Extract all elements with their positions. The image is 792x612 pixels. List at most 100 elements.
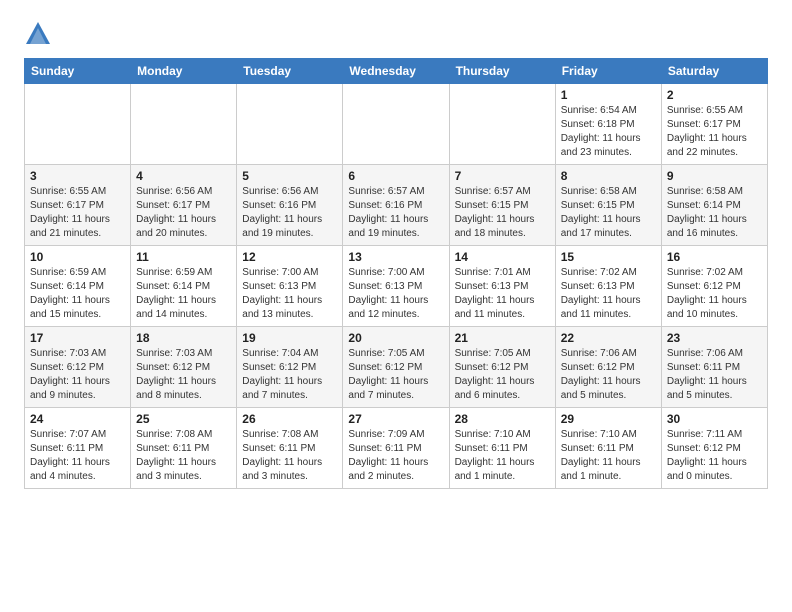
week-row-5: 24Sunrise: 7:07 AM Sunset: 6:11 PM Dayli… xyxy=(25,408,768,489)
header-cell-wednesday: Wednesday xyxy=(343,59,449,84)
day-cell: 28 Sunrise: 7:10 AM Sunset: 6:11 PM Dayli… xyxy=(449,408,555,489)
day-info: Sunrise: 6:55 AM Sunset: 6:17 PM Dayligh… xyxy=(30,185,125,241)
header-row: SundayMondayTuesdayWednesdayThursdayFrid… xyxy=(25,59,768,84)
week-row-4: 17 Sunrise: 7:03 AM Sunset: 6:12 PM Dayli… xyxy=(25,327,768,408)
day-cell xyxy=(25,84,131,165)
day-number: 8 xyxy=(561,169,656,183)
day-info: Sunrise: 6:58 AM Sunset: 6:14 PM Dayligh… xyxy=(667,185,762,241)
day-number: 1 xyxy=(561,88,656,102)
day-info: Sunrise: 6:54 AM Sunset: 6:18 PM Dayligh… xyxy=(561,104,656,160)
calendar-header: SundayMondayTuesdayWednesdayThursdayFrid… xyxy=(25,59,768,84)
day-number: 25 xyxy=(136,412,231,426)
day-cell: 5 Sunrise: 6:56 AM Sunset: 6:16 PM Daylig… xyxy=(237,165,343,246)
day-cell: 18 Sunrise: 7:03 AM Sunset: 6:12 PM Dayli… xyxy=(131,327,237,408)
day-number: 12 xyxy=(242,250,337,264)
day-cell: 14 Sunrise: 7:01 AM Sunset: 6:13 PM Dayli… xyxy=(449,246,555,327)
day-number: 4 xyxy=(136,169,231,183)
day-cell: 24Sunrise: 7:07 AM Sunset: 6:11 PM Dayli… xyxy=(25,408,131,489)
day-number: 7 xyxy=(455,169,550,183)
header-cell-monday: Monday xyxy=(131,59,237,84)
header-cell-saturday: Saturday xyxy=(661,59,767,84)
day-info: Sunrise: 7:01 AM Sunset: 6:13 PM Dayligh… xyxy=(455,266,550,322)
day-cell: 3 Sunrise: 6:55 AM Sunset: 6:17 PM Daylig… xyxy=(25,165,131,246)
day-number: 30 xyxy=(667,412,762,426)
day-cell: 15Sunrise: 7:02 AM Sunset: 6:13 PM Dayli… xyxy=(555,246,661,327)
day-info: Sunrise: 7:03 AM Sunset: 6:12 PM Dayligh… xyxy=(136,347,231,403)
day-number: 14 xyxy=(455,250,550,264)
header-cell-thursday: Thursday xyxy=(449,59,555,84)
day-cell: 23 Sunrise: 7:06 AM Sunset: 6:11 PM Dayli… xyxy=(661,327,767,408)
day-cell xyxy=(237,84,343,165)
week-row-1: 1 Sunrise: 6:54 AM Sunset: 6:18 PM Daylig… xyxy=(25,84,768,165)
day-info: Sunrise: 6:57 AM Sunset: 6:16 PM Dayligh… xyxy=(348,185,443,241)
day-cell: 20Sunrise: 7:05 AM Sunset: 6:12 PM Dayli… xyxy=(343,327,449,408)
day-info: Sunrise: 7:04 AM Sunset: 6:12 PM Dayligh… xyxy=(242,347,337,403)
day-number: 22 xyxy=(561,331,656,345)
header-cell-friday: Friday xyxy=(555,59,661,84)
day-number: 15 xyxy=(561,250,656,264)
day-info: Sunrise: 7:07 AM Sunset: 6:11 PM Dayligh… xyxy=(30,428,125,484)
week-row-2: 3 Sunrise: 6:55 AM Sunset: 6:17 PM Daylig… xyxy=(25,165,768,246)
calendar-body: 1 Sunrise: 6:54 AM Sunset: 6:18 PM Daylig… xyxy=(25,84,768,489)
week-row-3: 10 Sunrise: 6:59 AM Sunset: 6:14 PM Dayli… xyxy=(25,246,768,327)
logo xyxy=(24,20,56,48)
day-info: Sunrise: 7:02 AM Sunset: 6:12 PM Dayligh… xyxy=(667,266,762,322)
day-number: 26 xyxy=(242,412,337,426)
day-cell: 9 Sunrise: 6:58 AM Sunset: 6:14 PM Daylig… xyxy=(661,165,767,246)
day-cell: 11 Sunrise: 6:59 AM Sunset: 6:14 PM Dayli… xyxy=(131,246,237,327)
day-cell: 1 Sunrise: 6:54 AM Sunset: 6:18 PM Daylig… xyxy=(555,84,661,165)
day-number: 13 xyxy=(348,250,443,264)
day-info: Sunrise: 6:56 AM Sunset: 6:16 PM Dayligh… xyxy=(242,185,337,241)
day-number: 23 xyxy=(667,331,762,345)
day-info: Sunrise: 7:00 AM Sunset: 6:13 PM Dayligh… xyxy=(242,266,337,322)
day-cell: 7 Sunrise: 6:57 AM Sunset: 6:15 PM Daylig… xyxy=(449,165,555,246)
day-cell: 22 Sunrise: 7:06 AM Sunset: 6:12 PM Dayli… xyxy=(555,327,661,408)
day-cell: 27 Sunrise: 7:09 AM Sunset: 6:11 PM Dayli… xyxy=(343,408,449,489)
day-info: Sunrise: 6:59 AM Sunset: 6:14 PM Dayligh… xyxy=(136,266,231,322)
day-number: 5 xyxy=(242,169,337,183)
day-number: 6 xyxy=(348,169,443,183)
day-cell: 17 Sunrise: 7:03 AM Sunset: 6:12 PM Dayli… xyxy=(25,327,131,408)
day-number: 2 xyxy=(667,88,762,102)
header-cell-sunday: Sunday xyxy=(25,59,131,84)
day-info: Sunrise: 6:58 AM Sunset: 6:15 PM Dayligh… xyxy=(561,185,656,241)
day-info: Sunrise: 6:56 AM Sunset: 6:17 PM Dayligh… xyxy=(136,185,231,241)
day-info: Sunrise: 7:10 AM Sunset: 6:11 PM Dayligh… xyxy=(455,428,550,484)
day-info: Sunrise: 6:57 AM Sunset: 6:15 PM Dayligh… xyxy=(455,185,550,241)
day-number: 20 xyxy=(348,331,443,345)
day-cell: 29Sunrise: 7:10 AM Sunset: 6:11 PM Dayli… xyxy=(555,408,661,489)
day-cell: 2 Sunrise: 6:55 AM Sunset: 6:17 PM Daylig… xyxy=(661,84,767,165)
day-number: 28 xyxy=(455,412,550,426)
day-number: 29 xyxy=(561,412,656,426)
day-cell: 21 Sunrise: 7:05 AM Sunset: 6:12 PM Dayli… xyxy=(449,327,555,408)
day-number: 18 xyxy=(136,331,231,345)
logo-icon xyxy=(24,20,52,48)
day-info: Sunrise: 7:03 AM Sunset: 6:12 PM Dayligh… xyxy=(30,347,125,403)
header-cell-tuesday: Tuesday xyxy=(237,59,343,84)
day-info: Sunrise: 7:05 AM Sunset: 6:12 PM Dayligh… xyxy=(455,347,550,403)
day-cell xyxy=(449,84,555,165)
day-number: 16 xyxy=(667,250,762,264)
day-number: 17 xyxy=(30,331,125,345)
day-info: Sunrise: 7:09 AM Sunset: 6:11 PM Dayligh… xyxy=(348,428,443,484)
day-cell: 8 Sunrise: 6:58 AM Sunset: 6:15 PM Daylig… xyxy=(555,165,661,246)
day-number: 9 xyxy=(667,169,762,183)
calendar-table: SundayMondayTuesdayWednesdayThursdayFrid… xyxy=(24,58,768,489)
day-number: 21 xyxy=(455,331,550,345)
day-number: 10 xyxy=(30,250,125,264)
day-cell: 12 Sunrise: 7:00 AM Sunset: 6:13 PM Dayli… xyxy=(237,246,343,327)
day-cell: 16 Sunrise: 7:02 AM Sunset: 6:12 PM Dayli… xyxy=(661,246,767,327)
day-info: Sunrise: 7:11 AM Sunset: 6:12 PM Dayligh… xyxy=(667,428,762,484)
day-info: Sunrise: 6:59 AM Sunset: 6:14 PM Dayligh… xyxy=(30,266,125,322)
day-number: 27 xyxy=(348,412,443,426)
day-cell: 30 Sunrise: 7:11 AM Sunset: 6:12 PM Dayli… xyxy=(661,408,767,489)
day-info: Sunrise: 6:55 AM Sunset: 6:17 PM Dayligh… xyxy=(667,104,762,160)
day-number: 11 xyxy=(136,250,231,264)
day-cell: 25Sunrise: 7:08 AM Sunset: 6:11 PM Dayli… xyxy=(131,408,237,489)
day-cell: 13Sunrise: 7:00 AM Sunset: 6:13 PM Dayli… xyxy=(343,246,449,327)
day-number: 3 xyxy=(30,169,125,183)
day-cell: 6 Sunrise: 6:57 AM Sunset: 6:16 PM Daylig… xyxy=(343,165,449,246)
day-info: Sunrise: 7:06 AM Sunset: 6:12 PM Dayligh… xyxy=(561,347,656,403)
day-info: Sunrise: 7:06 AM Sunset: 6:11 PM Dayligh… xyxy=(667,347,762,403)
day-cell: 26Sunrise: 7:08 AM Sunset: 6:11 PM Dayli… xyxy=(237,408,343,489)
